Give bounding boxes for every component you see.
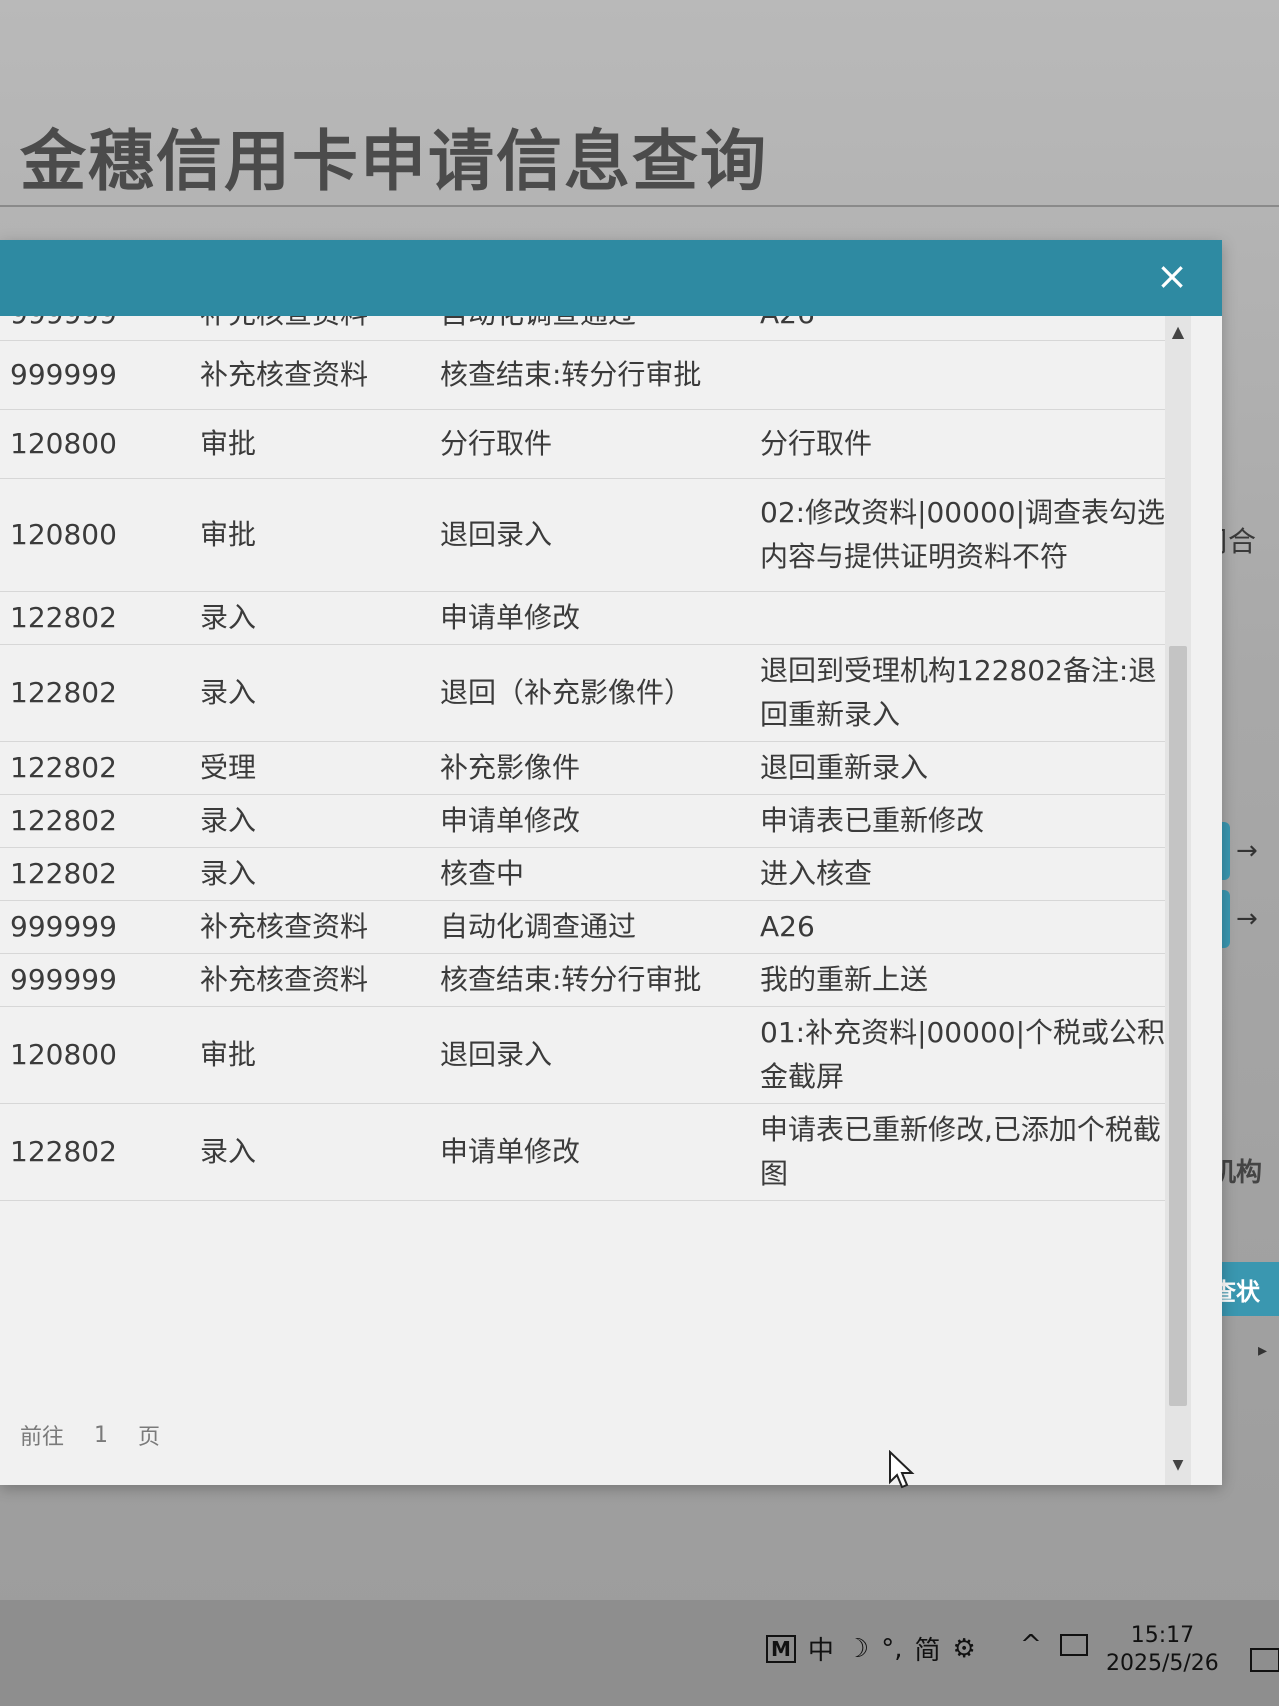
org-cell: 120800 [0, 1006, 190, 1104]
scroll-down-icon[interactable]: ▼ [1165, 1457, 1191, 1479]
action-cell: 申请单修改 [430, 794, 750, 848]
clock-time: 15:17 [1130, 1623, 1195, 1648]
org-cell: 120800 [0, 478, 190, 592]
remark-cell [750, 591, 1165, 645]
modal-body: 999999 补充核查资料 自动化调查通过 A26 999999 补充核查资料 … [0, 316, 1165, 1485]
table-row: 120800 审批 退回录入 01:补充资料|00000|个税或公积金截屏 [0, 1006, 1165, 1104]
table-row: 999999 补充核查资料 核查结束:转分行审批 [0, 340, 1165, 410]
org-cell: 122802 [0, 644, 190, 742]
remark-cell: 我的重新上送 [750, 953, 1165, 1007]
org-cell: 122802 [0, 1103, 190, 1201]
org-cell: 122802 [0, 591, 190, 645]
system-clock[interactable]: 15:17 2025/5/26 [1106, 1622, 1219, 1678]
ime-mode-icon[interactable]: M [766, 1634, 796, 1663]
action-cell: 自动化调查通过 [430, 900, 750, 954]
table-row: 122802 受理 补充影像件 退回重新录入 [0, 741, 1165, 795]
remark-cell: 进入核查 [750, 847, 1165, 901]
punctuation-icon[interactable]: °, [881, 1634, 902, 1664]
table-row: 122802 录入 申请单修改 [0, 591, 1165, 645]
notification-icon[interactable] [1250, 1648, 1279, 1672]
stage-cell: 补充核查资料 [190, 953, 430, 1007]
org-cell: 122802 [0, 847, 190, 901]
remark-cell: A26 [750, 316, 1165, 341]
table-row: 120800 审批 分行取件 分行取件 [0, 409, 1165, 479]
history-table: 999999 补充核查资料 自动化调查通过 A26 999999 补充核查资料 … [0, 316, 1165, 1201]
action-cell: 申请单修改 [430, 591, 750, 645]
action-cell: 自动化调查通过 [430, 316, 750, 341]
pagination: 前往 1 页 [20, 1419, 160, 1451]
org-cell: 999999 [0, 953, 190, 1007]
stage-cell: 补充核查资料 [190, 900, 430, 954]
stage-cell: 审批 [190, 1006, 430, 1104]
stage-cell: 录入 [190, 794, 430, 848]
show-hidden-icons-chevron-icon[interactable]: ^ [1020, 1630, 1042, 1660]
table-row: 122802 录入 退回（补充影像件） 退回到受理机构122802备注:退回重新… [0, 644, 1165, 742]
mouse-pointer-icon [889, 1450, 915, 1489]
remark-cell [750, 340, 1165, 410]
network-icon[interactable] [1060, 1634, 1088, 1656]
remark-cell: 申请表已重新修改 [750, 794, 1165, 848]
clock-date: 2025/5/26 [1106, 1651, 1219, 1676]
remark-cell: 退回重新录入 [750, 741, 1165, 795]
ime-tray: M 中 ☽ °, 简 ⚙ [766, 1630, 976, 1667]
table-row: 122802 录入 核查中 进入核查 [0, 847, 1165, 901]
table-row: 122802 录入 申请单修改 申请表已重新修改 [0, 794, 1165, 848]
page-number-input[interactable]: 1 [86, 1423, 116, 1448]
org-cell: 122802 [0, 741, 190, 795]
stage-cell: 受理 [190, 741, 430, 795]
remark-cell: 退回到受理机构122802备注:退回重新录入 [750, 644, 1165, 742]
arrow-right-icon: → [1236, 836, 1258, 866]
action-cell: 补充影像件 [430, 741, 750, 795]
stage-cell: 审批 [190, 409, 430, 479]
taskbar: M 中 ☽ °, 简 ⚙ ^ 15:17 2025/5/26 [0, 1600, 1279, 1706]
stage-cell: 审批 [190, 478, 430, 592]
modal-header: × [0, 240, 1222, 316]
org-cell: 999999 [0, 900, 190, 954]
remark-cell: 申请表已重新修改,已添加个税截图 [750, 1103, 1165, 1201]
scrollbar-thumb[interactable] [1169, 646, 1187, 1406]
chevron-right-icon: ▸ [1258, 1340, 1268, 1361]
page-title: 金穗信用卡申请信息查询 [20, 123, 768, 200]
action-cell: 退回录入 [430, 478, 750, 592]
page-suffix-label: 页 [138, 1425, 161, 1450]
close-button[interactable]: × [1152, 256, 1192, 296]
org-cell: 999999 [0, 340, 190, 410]
action-cell: 核查结束:转分行审批 [430, 340, 750, 410]
stage-cell: 录入 [190, 591, 430, 645]
stage-cell: 补充核查资料 [190, 340, 430, 410]
action-cell: 退回录入 [430, 1006, 750, 1104]
table-row: 999999 补充核查资料 自动化调查通过 A26 [0, 900, 1165, 954]
action-cell: 申请单修改 [430, 1103, 750, 1201]
remark-cell: 分行取件 [750, 409, 1165, 479]
action-cell: 核查中 [430, 847, 750, 901]
arrow-right-icon: → [1236, 904, 1258, 934]
stage-cell: 录入 [190, 1103, 430, 1201]
remark-cell: A26 [750, 900, 1165, 954]
remark-cell: 02:修改资料|00000|调查表勾选内容与提供证明资料不符 [750, 478, 1165, 592]
stage-cell: 录入 [190, 644, 430, 742]
ime-simplified-toggle[interactable]: 简 [915, 1630, 941, 1667]
settings-gear-icon[interactable]: ⚙ [953, 1634, 976, 1664]
moon-icon[interactable]: ☽ [846, 1634, 869, 1664]
action-cell: 分行取件 [430, 409, 750, 479]
history-modal: × 999999 补充核查资料 自动化调查通过 A26 999999 补充核查资… [0, 240, 1222, 1485]
scroll-up-icon[interactable]: ▲ [1165, 322, 1191, 344]
table-row: 120800 审批 退回录入 02:修改资料|00000|调查表勾选内容与提供证… [0, 478, 1165, 592]
screen: 金穗信用卡申请信息查询 司合 x → 入 → 处理机构 调查状 ▸ × 9999… [0, 0, 1279, 1706]
table-row: 999999 补充核查资料 核查结束:转分行审批 我的重新上送 [0, 953, 1165, 1007]
goto-label: 前往 [20, 1425, 65, 1450]
action-cell: 退回（补充影像件） [430, 644, 750, 742]
table-row: 999999 补充核查资料 自动化调查通过 A26 [0, 316, 1165, 341]
title-divider [0, 205, 1279, 207]
table-row: 122802 录入 申请单修改 申请表已重新修改,已添加个税截图 [0, 1103, 1165, 1201]
vertical-scrollbar[interactable]: ▲ ▼ [1165, 316, 1191, 1485]
stage-cell: 录入 [190, 847, 430, 901]
ime-language-toggle[interactable]: 中 [808, 1630, 834, 1667]
org-cell: 999999 [0, 316, 190, 341]
remark-cell: 01:补充资料|00000|个税或公积金截屏 [750, 1006, 1165, 1104]
org-cell: 120800 [0, 409, 190, 479]
action-cell: 核查结束:转分行审批 [430, 953, 750, 1007]
stage-cell: 补充核查资料 [190, 316, 430, 341]
org-cell: 122802 [0, 794, 190, 848]
